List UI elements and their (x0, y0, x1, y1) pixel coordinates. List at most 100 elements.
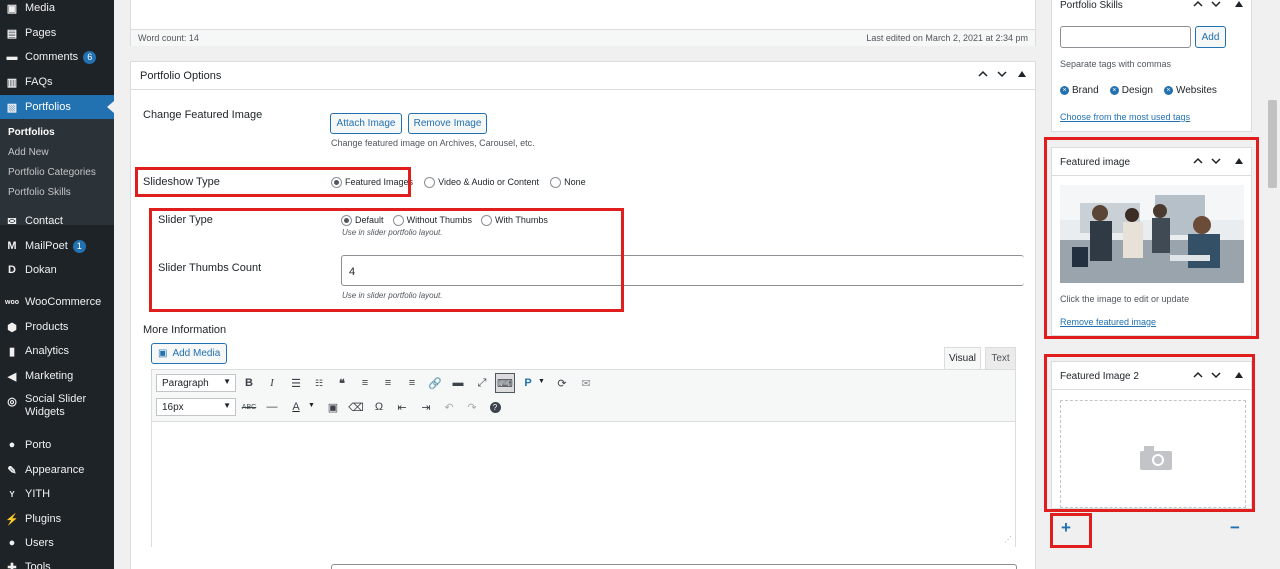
last-edited: Last edited on March 2, 2021 at 2:34 pm (866, 33, 1028, 43)
indent-icon[interactable]: ⇥ (418, 399, 434, 415)
remove-image-button-small[interactable]: − (1230, 518, 1240, 538)
tools-icon: ✚ (7, 561, 17, 569)
special-character-icon[interactable]: Ω (371, 399, 387, 415)
add-media-button[interactable]: ▣ Add Media (151, 343, 227, 364)
menu-social-slider[interactable]: ◎ Social Slider Widgets (0, 393, 114, 421)
menu-tools[interactable]: ✚ Tools (0, 559, 114, 569)
read-more-icon[interactable]: ▬ (450, 375, 466, 391)
porto-icon: ● (8, 439, 16, 451)
align-center-icon[interactable]: ≡ (380, 375, 396, 391)
numbered-list-icon[interactable]: ☷ (311, 375, 327, 391)
portfolio-options-header: Portfolio Options (131, 62, 1035, 90)
mail-icon[interactable]: ✉ (578, 375, 594, 391)
chevron-down-icon[interactable]: ▼ (538, 378, 545, 385)
admin-sidebar: ▣ Media ▤ Pages ▬ Comments 6 ▥ FAQs ▧ Portfoli… (0, 0, 114, 569)
radio-video-audio-content[interactable]: Video & Audio or Content (424, 176, 539, 188)
portfolios-submenu: Portfolios Add New Portfolio Categories … (0, 119, 114, 225)
plugins-icon: ⚡ (5, 513, 19, 526)
menu-users[interactable]: ● Users (0, 535, 114, 551)
menu-mailpoet[interactable]: M MailPoet 1 (0, 238, 114, 254)
portfolio-skills-title: Portfolio Skills (1060, 0, 1123, 11)
social-slider-icon: ◎ (7, 395, 17, 408)
users-icon: ● (8, 537, 16, 549)
redo-icon[interactable]: ↷ (464, 399, 480, 415)
remove-tag-icon[interactable]: × (1060, 86, 1069, 95)
radio-none[interactable]: None (550, 176, 586, 188)
resize-handle-icon[interactable]: ⋰ (1004, 535, 1012, 544)
skills-move-up-icon[interactable] (1193, 0, 1203, 8)
submenu-portfolios[interactable]: Portfolios (8, 127, 55, 138)
menu-comments[interactable]: ▬ Comments 6 (0, 49, 114, 65)
chevron-down-icon[interactable]: ▼ (308, 402, 315, 409)
next-field-input[interactable] (331, 564, 1017, 569)
attach-image-button[interactable]: Attach Image (330, 113, 402, 134)
skills-collapse-icon[interactable] (1235, 1, 1243, 7)
mailpoet-icon: M (7, 240, 17, 252)
submenu-add-new[interactable]: Add New (8, 147, 49, 158)
menu-portfolios[interactable]: ▧ Portfolios (0, 95, 114, 119)
menu-woocommerce[interactable]: woo WooCommerce (0, 294, 114, 310)
outdent-icon[interactable]: ⇤ (394, 399, 410, 415)
radio-dot (550, 176, 562, 188)
tab-text[interactable]: Text (985, 347, 1016, 369)
menu-faqs[interactable]: ▥ FAQs (0, 74, 114, 90)
choose-most-used-tags-link[interactable]: Choose from the most used tags (1060, 112, 1190, 122)
comments-count-badge: 6 (83, 50, 97, 64)
menu-plugins[interactable]: ⚡ Plugins (0, 511, 114, 527)
highlight-slider-settings (149, 208, 624, 312)
editor-content-area[interactable] (152, 423, 1015, 547)
menu-appearance[interactable]: ✎ Appearance (0, 462, 114, 478)
format-select[interactable]: Paragraph ▼ (156, 374, 236, 392)
fullscreen-icon[interactable]: ⤢ (474, 375, 490, 391)
tag-brand: × Brand (1060, 85, 1099, 96)
paste-text-icon[interactable]: ▣ (325, 399, 341, 415)
submenu-portfolio-skills[interactable]: Portfolio Skills (8, 187, 71, 198)
move-up-icon[interactable] (978, 70, 988, 78)
blockquote-icon[interactable]: ❝ (334, 375, 350, 391)
help-icon[interactable]: ? (487, 399, 503, 415)
align-left-icon[interactable]: ≡ (357, 375, 373, 391)
italic-icon[interactable]: I (264, 375, 280, 391)
strikethrough-icon[interactable]: ABC (241, 399, 257, 415)
skills-move-down-icon[interactable] (1211, 0, 1221, 8)
menu-media[interactable]: ▣ Media (0, 0, 114, 16)
menu-porto[interactable]: ● Porto (0, 437, 114, 453)
remove-tag-icon[interactable]: × (1109, 86, 1119, 95)
add-tag-button[interactable]: Add (1195, 26, 1226, 48)
menu-analytics[interactable]: ▮ Analytics (0, 343, 114, 359)
toolbar-toggle-icon[interactable]: ⌨ (495, 373, 515, 393)
page-scrollbar-thumb[interactable] (1268, 100, 1277, 188)
porto-shortcode-icon[interactable]: P (520, 375, 536, 391)
menu-yith[interactable]: Y YITH (0, 486, 114, 502)
dokan-icon: D (8, 264, 16, 276)
highlight-slideshow-type (135, 167, 411, 197)
refresh-icon[interactable]: ⟳ (554, 375, 570, 391)
remove-image-button[interactable]: Remove Image (408, 113, 487, 134)
bullet-list-icon[interactable]: ☰ (288, 375, 304, 391)
collapse-toggle-icon[interactable] (1018, 71, 1026, 77)
bold-icon[interactable]: B (241, 375, 257, 391)
menu-contact[interactable]: ✉ Contact (0, 213, 114, 229)
undo-icon[interactable]: ↶ (441, 399, 457, 415)
font-size-select[interactable]: 16px ▼ (156, 398, 236, 416)
chevron-down-icon: ▼ (223, 401, 231, 410)
page-scrollbar-track[interactable] (1266, 0, 1280, 569)
menu-marketing[interactable]: ◀ Marketing (0, 368, 114, 384)
pages-icon: ▤ (6, 27, 18, 40)
portfolios-icon: ▧ (6, 101, 18, 114)
remove-tag-icon[interactable]: × (1163, 86, 1173, 95)
align-right-icon[interactable]: ≡ (404, 375, 420, 391)
comments-icon: ▬ (6, 51, 18, 63)
menu-dokan[interactable]: D Dokan (0, 262, 114, 278)
clear-formatting-icon[interactable]: ⌫ (348, 399, 364, 415)
menu-products[interactable]: ⬢ Products (0, 319, 114, 335)
horizontal-line-icon[interactable]: — (264, 399, 280, 415)
highlight-featured-image (1044, 137, 1259, 339)
menu-pages[interactable]: ▤ Pages (0, 25, 114, 41)
skills-tag-input[interactable] (1060, 26, 1191, 48)
move-down-icon[interactable] (997, 70, 1007, 78)
submenu-portfolio-categories[interactable]: Portfolio Categories (8, 167, 96, 178)
tab-visual[interactable]: Visual (944, 347, 981, 369)
link-icon[interactable]: 🔗 (427, 375, 443, 391)
text-color-icon[interactable]: A (288, 399, 304, 415)
